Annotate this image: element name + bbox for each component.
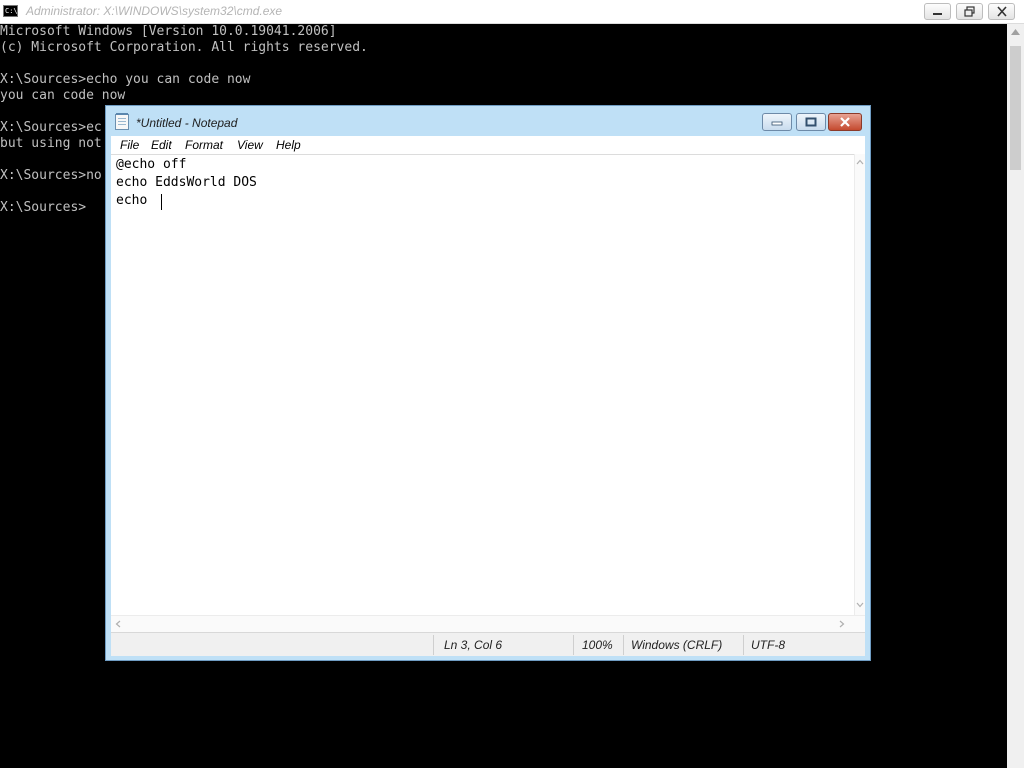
minimize-icon: [771, 121, 783, 126]
cmd-vertical-scrollbar[interactable]: [1007, 24, 1024, 768]
cmd-close-button[interactable]: [988, 3, 1015, 20]
notepad-window-title: *Untitled - Notepad: [136, 116, 238, 130]
menu-format[interactable]: Format: [185, 138, 223, 152]
notepad-maximize-button[interactable]: [796, 113, 826, 131]
scroll-up-arrow-icon[interactable]: [856, 159, 864, 165]
notepad-text-area[interactable]: @echo off echo EddsWorld DOS echo: [111, 154, 854, 615]
cmd-titlebar[interactable]: C:\ Administrator: X:\WINDOWS\system32\c…: [0, 0, 1024, 24]
minimize-icon: [933, 13, 942, 15]
notepad-horizontal-scrollbar[interactable]: [111, 615, 865, 632]
cmd-scrollbar-thumb[interactable]: [1010, 46, 1021, 170]
status-divider: [573, 635, 574, 655]
maximize-icon: [805, 117, 817, 127]
notepad-minimize-button[interactable]: [762, 113, 792, 131]
status-zoom-level: 100%: [582, 638, 613, 652]
status-line-ending: Windows (CRLF): [631, 638, 723, 652]
notepad-app-icon[interactable]: [115, 113, 129, 130]
console-line: (c) Microsoft Corporation. All rights re…: [0, 40, 368, 55]
text-line: echo: [116, 193, 156, 208]
scroll-up-arrow-icon[interactable]: [1011, 29, 1020, 35]
cmd-minimize-button[interactable]: [924, 3, 951, 20]
console-line: you can code now: [0, 88, 126, 103]
menu-edit[interactable]: Edit: [151, 138, 172, 152]
cmd-restore-button[interactable]: [956, 3, 983, 20]
scroll-down-arrow-icon[interactable]: [856, 602, 864, 608]
text-line: @echo off: [116, 157, 187, 172]
text-line: echo EddsWorld DOS: [116, 175, 257, 190]
notepad-window[interactable]: *Untitled - Notepad File Edit Format Vie…: [105, 105, 871, 661]
notepad-statusbar: Ln 3, Col 6 100% Windows (CRLF) UTF-8: [111, 632, 865, 656]
menu-view[interactable]: View: [237, 138, 263, 152]
cmd-app-icon[interactable]: C:\: [3, 5, 18, 17]
console-line: X:\Sources>no: [0, 168, 102, 183]
menu-help[interactable]: Help: [276, 138, 301, 152]
status-divider: [743, 635, 744, 655]
console-line: X:\Sources>ec: [0, 120, 102, 135]
close-icon: [997, 6, 1007, 17]
status-cursor-position: Ln 3, Col 6: [444, 638, 503, 652]
status-divider: [433, 635, 434, 655]
status-encoding: UTF-8: [751, 638, 785, 652]
console-line: but using not: [0, 136, 102, 151]
notepad-close-button[interactable]: [828, 113, 862, 131]
status-divider: [623, 635, 624, 655]
console-prompt: X:\Sources>: [0, 200, 87, 215]
close-icon: [840, 117, 850, 127]
restore-icon: [964, 6, 975, 17]
notepad-titlebar[interactable]: *Untitled - Notepad: [106, 106, 870, 136]
cmd-window-title: Administrator: X:\WINDOWS\system32\cmd.e…: [26, 4, 283, 18]
scroll-left-arrow-icon[interactable]: [115, 620, 121, 628]
scroll-right-arrow-icon[interactable]: [839, 620, 845, 628]
text-caret: [161, 194, 162, 210]
console-line: Microsoft Windows [Version 10.0.19041.20…: [0, 24, 337, 39]
console-line: X:\Sources>echo you can code now: [0, 72, 251, 87]
notepad-vertical-scrollbar[interactable]: [854, 154, 865, 615]
notepad-menubar: File Edit Format View Help: [111, 136, 865, 154]
menu-file[interactable]: File: [120, 138, 139, 152]
